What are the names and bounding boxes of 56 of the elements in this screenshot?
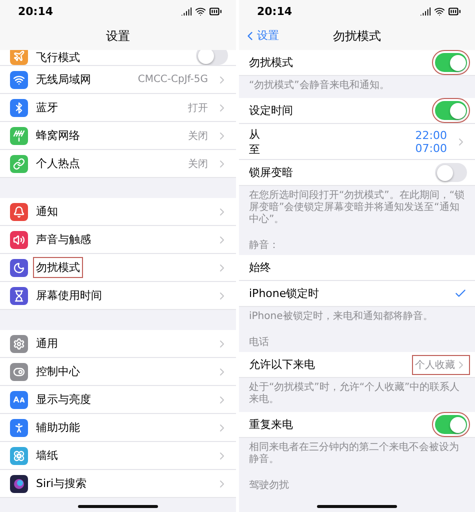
setting-label: 允许以下来电 bbox=[249, 357, 315, 372]
settings-item[interactable]: 通用 bbox=[36, 336, 58, 351]
section-header: 驾驶勿扰 bbox=[248, 478, 290, 493]
footnote: 在您所选时间段打开“勿扰模式”。在此期间，“锁屏变暗”会使锁定屏幕变暗并将通知发送至“通知中心”。 bbox=[248, 188, 466, 227]
nav-title: 勿扰模式 bbox=[333, 28, 381, 44]
option-label: iPhone锁定时 bbox=[249, 286, 320, 301]
option-label: 始终 bbox=[249, 260, 271, 275]
settings-item[interactable]: 屏幕使用时间 bbox=[36, 288, 102, 303]
back-button[interactable]: 设置 bbox=[243, 28, 279, 43]
signal-icon bbox=[181, 6, 192, 16]
item-value: 关闭 bbox=[188, 130, 208, 142]
settings-item[interactable]: Siri与搜索 bbox=[36, 476, 87, 491]
status-time: 20:14 bbox=[18, 4, 54, 18]
setting-label: 从 bbox=[249, 126, 260, 142]
section-header: 电话 bbox=[248, 336, 270, 350]
option-row[interactable]: 始终 bbox=[239, 255, 475, 281]
settings-item[interactable]: 辅助功能 bbox=[36, 420, 80, 435]
toggle-switch[interactable] bbox=[435, 415, 467, 434]
option-row[interactable]: iPhone锁定时 bbox=[239, 281, 475, 307]
status-time: 20:14 bbox=[257, 4, 292, 18]
toggle-switch[interactable] bbox=[196, 50, 228, 65]
setting-label: 重复来电 bbox=[249, 417, 293, 432]
nav-title: 设置 bbox=[106, 28, 130, 44]
settings-item[interactable]: 控制中心 bbox=[36, 364, 80, 379]
setting-label: 勿扰模式 bbox=[249, 55, 293, 70]
setting-label: 设定时间 bbox=[249, 103, 293, 118]
time-value[interactable]: 07:00 bbox=[415, 142, 447, 154]
settings-item[interactable]: 墙纸 bbox=[36, 448, 58, 463]
wifi-icon bbox=[434, 6, 445, 16]
footnote: “勿扰模式”会静音来电和通知。 bbox=[248, 78, 390, 93]
setting-label: 至 bbox=[249, 142, 260, 156]
settings-item[interactable]: 勿扰模式 bbox=[36, 260, 80, 275]
battery-icon bbox=[209, 4, 222, 18]
toggle-switch[interactable] bbox=[435, 101, 467, 120]
toggle-switch[interactable] bbox=[435, 163, 467, 182]
footnote: iPhone被锁定时，来电和通知都将静音。 bbox=[248, 310, 434, 324]
item-value: 打开 bbox=[188, 102, 208, 114]
footnote: 相同来电者在三分钟内的第二个来电不会被设为静音。 bbox=[248, 440, 460, 467]
signal-icon bbox=[420, 6, 431, 16]
settings-item[interactable]: 声音与触感 bbox=[36, 232, 91, 247]
section-header: 静音： bbox=[248, 238, 280, 253]
settings-item[interactable]: 蜂窝网络 bbox=[36, 128, 80, 143]
wifi-icon bbox=[195, 6, 206, 16]
settings-item[interactable]: 个人热点 bbox=[36, 156, 80, 171]
settings-item[interactable]: 无线局域网 bbox=[36, 72, 91, 87]
setting-label: 锁屏变暗 bbox=[249, 165, 293, 180]
battery-icon bbox=[448, 4, 461, 18]
settings-item[interactable]: 通知 bbox=[36, 204, 58, 219]
item-value: CMCC-CpJf-5G bbox=[138, 74, 208, 85]
settings-item[interactable]: 显示与亮度 bbox=[36, 392, 91, 407]
settings-item[interactable]: 蓝牙 bbox=[36, 100, 58, 115]
settings-item[interactable]: 飞行模式 bbox=[36, 50, 80, 65]
footnote: 处于“勿扰模式”时，允许“个人收藏”中的联系人来电。 bbox=[248, 380, 461, 407]
item-value: 关闭 bbox=[188, 158, 208, 170]
time-value[interactable]: 22:00 bbox=[415, 128, 447, 142]
toggle-switch[interactable] bbox=[435, 53, 467, 72]
